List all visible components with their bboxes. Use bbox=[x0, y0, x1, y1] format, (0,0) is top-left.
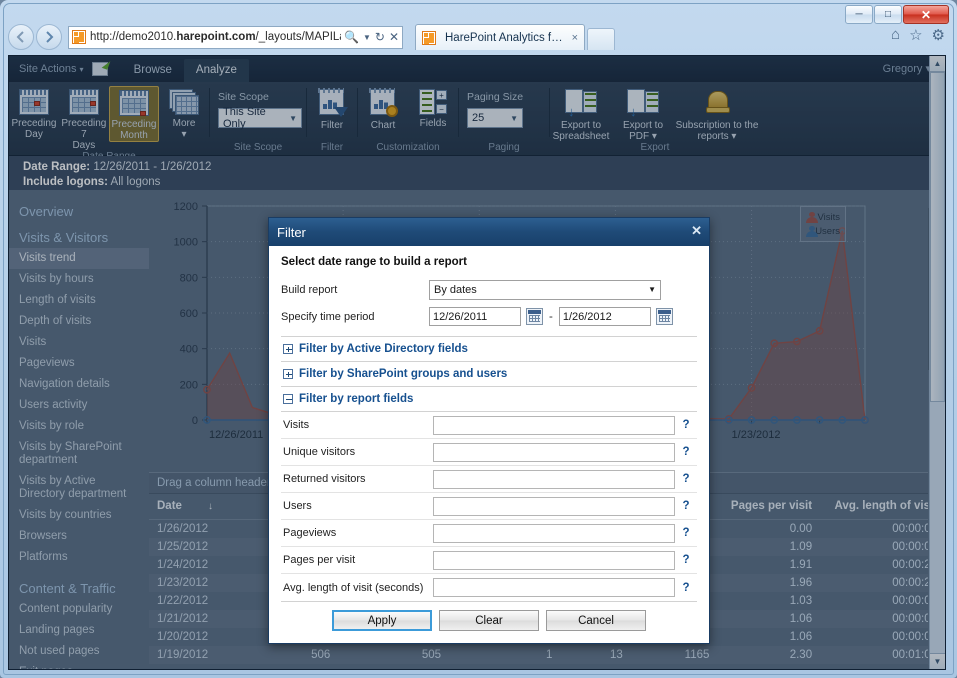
tab-favicon-icon bbox=[422, 31, 436, 45]
report-field-row: Avg. length of visit (seconds)? bbox=[281, 574, 697, 601]
maximize-icon: □ bbox=[885, 9, 891, 20]
section-filter-by-ad-fields[interactable]: Filter by Active Directory fields bbox=[281, 336, 697, 361]
report-field-input[interactable] bbox=[433, 578, 675, 597]
home-icon[interactable]: ⌂ bbox=[891, 26, 900, 44]
url-text: http://demo2010.harepoint.com/_layouts/M… bbox=[90, 31, 341, 43]
close-icon: ✕ bbox=[921, 8, 931, 22]
help-icon[interactable]: ? bbox=[675, 419, 697, 431]
report-field-input[interactable] bbox=[433, 416, 675, 435]
navigation-bar: http://demo2010.harepoint.com/_layouts/M… bbox=[8, 22, 403, 52]
web-page: Site Actions ▾ Browse Analyze Gregory ▾ … bbox=[8, 55, 946, 670]
time-period-label: Specify time period bbox=[281, 311, 429, 323]
help-icon[interactable]: ? bbox=[675, 473, 697, 485]
section-label: Filter by report fields bbox=[299, 393, 413, 405]
forward-button[interactable] bbox=[36, 24, 62, 50]
help-icon[interactable]: ? bbox=[675, 527, 697, 539]
report-field-label: Users bbox=[281, 500, 433, 512]
report-field-row: Unique visitors? bbox=[281, 439, 697, 466]
dialog-buttons: Apply Clear Cancel bbox=[281, 601, 697, 635]
tab-strip: HarePoint Analytics for Sha... × bbox=[415, 24, 615, 50]
browser-tab-harepoint[interactable]: HarePoint Analytics for Sha... × bbox=[415, 24, 585, 50]
calendar-icon-from[interactable] bbox=[526, 308, 543, 325]
report-fields-table: Visits?Unique visitors?Returned visitors… bbox=[281, 411, 697, 601]
report-field-label: Pageviews bbox=[281, 527, 433, 539]
address-bar[interactable]: http://demo2010.harepoint.com/_layouts/M… bbox=[68, 26, 403, 49]
tools-gear-icon[interactable]: ⚙ bbox=[932, 26, 945, 44]
stop-icon[interactable]: ✕ bbox=[389, 30, 399, 44]
help-icon[interactable]: ? bbox=[675, 446, 697, 458]
section-label: Filter by SharePoint groups and users bbox=[299, 368, 507, 380]
browser-toolbar-icons: ⌂ ☆ ⚙ bbox=[891, 26, 945, 44]
report-field-label: Avg. length of visit (seconds) bbox=[281, 582, 433, 594]
dialog-title: Filter bbox=[277, 225, 306, 240]
report-field-row: Pages per visit? bbox=[281, 547, 697, 574]
help-icon[interactable]: ? bbox=[675, 500, 697, 512]
report-field-input[interactable] bbox=[433, 497, 675, 516]
apply-button[interactable]: Apply bbox=[332, 610, 432, 631]
clear-button[interactable]: Clear bbox=[439, 610, 539, 631]
maximize-button[interactable]: □ bbox=[874, 5, 902, 24]
section-filter-by-sharepoint-groups[interactable]: Filter by SharePoint groups and users bbox=[281, 361, 697, 386]
cancel-button[interactable]: Cancel bbox=[546, 610, 646, 631]
report-field-input[interactable] bbox=[433, 470, 675, 489]
dialog-close-icon[interactable]: ✕ bbox=[691, 223, 702, 239]
report-field-row: Returned visitors? bbox=[281, 466, 697, 493]
window-controls: ─ □ ✕ bbox=[845, 5, 949, 24]
collapse-minus-icon bbox=[283, 394, 293, 404]
minimize-button[interactable]: ─ bbox=[845, 5, 873, 24]
dialog-heading: Select date range to build a report bbox=[281, 256, 697, 268]
help-icon[interactable]: ? bbox=[675, 582, 697, 594]
build-report-value: By dates bbox=[434, 284, 477, 296]
report-field-input[interactable] bbox=[433, 443, 675, 462]
build-report-label: Build report bbox=[281, 284, 429, 296]
date-separator: - bbox=[549, 311, 553, 323]
calendar-icon-to[interactable] bbox=[656, 308, 673, 325]
minimize-icon: ─ bbox=[855, 9, 862, 20]
expand-plus-icon bbox=[283, 344, 293, 354]
close-window-button[interactable]: ✕ bbox=[903, 5, 949, 24]
search-icon[interactable]: 🔍 bbox=[344, 30, 359, 44]
back-arrow-icon bbox=[14, 30, 28, 44]
section-label: Filter by Active Directory fields bbox=[299, 343, 468, 355]
time-period-row: Specify time period 12/26/2011 - 1/26/20… bbox=[281, 303, 697, 330]
report-field-row: Visits? bbox=[281, 412, 697, 439]
date-from-input[interactable]: 12/26/2011 bbox=[429, 307, 521, 326]
report-field-label: Pages per visit bbox=[281, 554, 433, 566]
report-field-label: Unique visitors bbox=[281, 446, 433, 458]
new-tab-button[interactable] bbox=[587, 28, 615, 50]
forward-arrow-icon bbox=[42, 30, 56, 44]
help-icon[interactable]: ? bbox=[675, 554, 697, 566]
expand-plus-icon bbox=[283, 369, 293, 379]
chevron-down-icon: ▼ bbox=[648, 285, 656, 294]
report-field-label: Visits bbox=[281, 419, 433, 431]
site-favicon-icon bbox=[72, 30, 86, 44]
refresh-icon[interactable]: ↻ bbox=[375, 30, 385, 44]
build-report-row: Build report By dates ▼ bbox=[281, 276, 697, 303]
section-filter-by-report-fields[interactable]: Filter by report fields bbox=[281, 386, 697, 411]
chevron-down-icon[interactable]: ▼ bbox=[363, 33, 371, 42]
dialog-title-bar: Filter ✕ bbox=[269, 218, 709, 246]
report-field-label: Returned visitors bbox=[281, 473, 433, 485]
report-field-row: Users? bbox=[281, 493, 697, 520]
report-field-input[interactable] bbox=[433, 524, 675, 543]
report-field-row: Pageviews? bbox=[281, 520, 697, 547]
tab-label: HarePoint Analytics for Sha... bbox=[445, 32, 567, 44]
build-report-select[interactable]: By dates ▼ bbox=[429, 280, 661, 300]
browser-window: ─ □ ✕ http://demo2010.harepoint.com/_lay… bbox=[0, 0, 957, 678]
favorites-icon[interactable]: ☆ bbox=[909, 26, 922, 44]
date-to-input[interactable]: 1/26/2012 bbox=[559, 307, 651, 326]
tab-close-icon[interactable]: × bbox=[572, 32, 578, 44]
report-field-input[interactable] bbox=[433, 551, 675, 570]
back-button[interactable] bbox=[8, 24, 34, 50]
filter-dialog: Filter ✕ Select date range to build a re… bbox=[268, 217, 710, 644]
